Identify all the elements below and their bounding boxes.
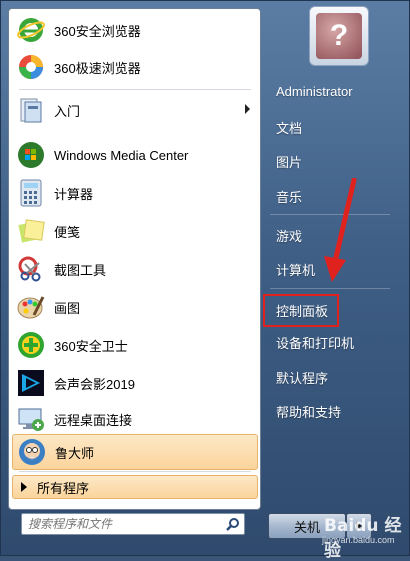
program-label: 360安全浏览器 (54, 23, 141, 39)
program-ludashi[interactable]: 鲁大师 (12, 434, 258, 470)
annotation-arrow-icon (324, 178, 357, 282)
right-item-devices-printers[interactable]: 设备和打印机 (270, 329, 400, 355)
paint-icon (16, 292, 46, 322)
360-browser-icon (16, 15, 46, 45)
right-item-label: 设备和打印机 (276, 335, 355, 351)
program-360-security[interactable]: 360安全卫士 (12, 327, 258, 363)
program-label: 便笺 (54, 224, 81, 240)
watermark-url: jingyan.baidu.com (322, 535, 395, 545)
program-sticky-notes[interactable]: 便笺 (12, 213, 258, 249)
program-snipping-tool[interactable]: 截图工具 (12, 251, 258, 287)
user-picture[interactable]: ? (309, 6, 369, 66)
remote-desktop-icon (16, 404, 46, 434)
ludashi-icon (17, 437, 47, 467)
right-item-label: 文档 (276, 120, 303, 136)
program-label: 计算器 (54, 186, 94, 202)
program-label: 入门 (54, 103, 81, 119)
user-name: Administrator (276, 83, 353, 99)
360-speed-browser-icon (16, 52, 46, 82)
program-paint[interactable]: 画图 (12, 289, 258, 325)
submenu-arrow-icon (245, 104, 250, 114)
all-programs-button[interactable]: 所有程序 (12, 475, 258, 499)
right-item-help-support[interactable]: 帮助和支持 (270, 398, 400, 424)
videostudio-icon (16, 368, 46, 398)
program-calculator[interactable]: 计算器 (12, 175, 258, 211)
divider (19, 89, 251, 90)
sticky-notes-icon (16, 216, 46, 246)
program-getting-started[interactable]: 入门 (12, 92, 258, 128)
program-360-browser[interactable]: 360安全浏览器 (12, 12, 258, 48)
search-input[interactable] (22, 516, 222, 532)
program-label: 360安全卫士 (54, 338, 128, 354)
right-item-default-programs[interactable]: 默认程序 (270, 364, 400, 390)
shutdown-label: 关机 (293, 519, 320, 535)
calculator-icon (16, 178, 46, 208)
divider (270, 288, 390, 289)
search-icon[interactable] (222, 514, 244, 534)
divider (19, 471, 251, 472)
right-item-label: 图片 (276, 154, 303, 170)
program-remote-desktop[interactable]: 远程桌面连接 (12, 401, 258, 437)
right-item-label: 音乐 (276, 189, 303, 205)
watermark: Baidu 经验 jingyan.baidu.com (320, 505, 410, 561)
program-label: 截图工具 (54, 262, 107, 278)
program-360-speed-browser[interactable]: 360极速浏览器 (12, 49, 258, 85)
snipping-tool-icon (16, 254, 46, 284)
search-box[interactable] (21, 513, 245, 535)
program-label: 会声会影2019 (54, 376, 135, 392)
right-item-label: 计算机 (276, 262, 316, 278)
right-item-label: 帮助和支持 (276, 404, 342, 420)
user-avatar-icon: ? (316, 13, 362, 59)
right-item-documents[interactable]: 文档 (270, 114, 400, 140)
getting-started-icon (16, 95, 46, 125)
all-programs-label: 所有程序 (37, 480, 90, 496)
programs-pane: 360安全浏览器 360极速浏览器 入门 Windows Media Cente… (8, 8, 261, 510)
right-item-label: 默认程序 (276, 370, 329, 386)
program-label: 画图 (54, 300, 81, 316)
right-item-user[interactable]: Administrator (270, 78, 400, 104)
windows-media-center-icon (16, 140, 46, 170)
right-item-label: 游戏 (276, 228, 303, 244)
program-label: Windows Media Center (54, 147, 189, 163)
program-windows-media-center[interactable]: Windows Media Center (12, 137, 258, 173)
right-item-pictures[interactable]: 图片 (270, 148, 400, 174)
annotation-highlight-box (263, 294, 339, 327)
program-videostudio[interactable]: 会声会影2019 (12, 365, 258, 401)
360-security-icon (16, 330, 46, 360)
program-label: 鲁大师 (55, 445, 95, 461)
program-label: 360极速浏览器 (54, 60, 141, 76)
program-label: 远程桌面连接 (54, 412, 133, 428)
expand-arrow-icon (21, 482, 27, 492)
